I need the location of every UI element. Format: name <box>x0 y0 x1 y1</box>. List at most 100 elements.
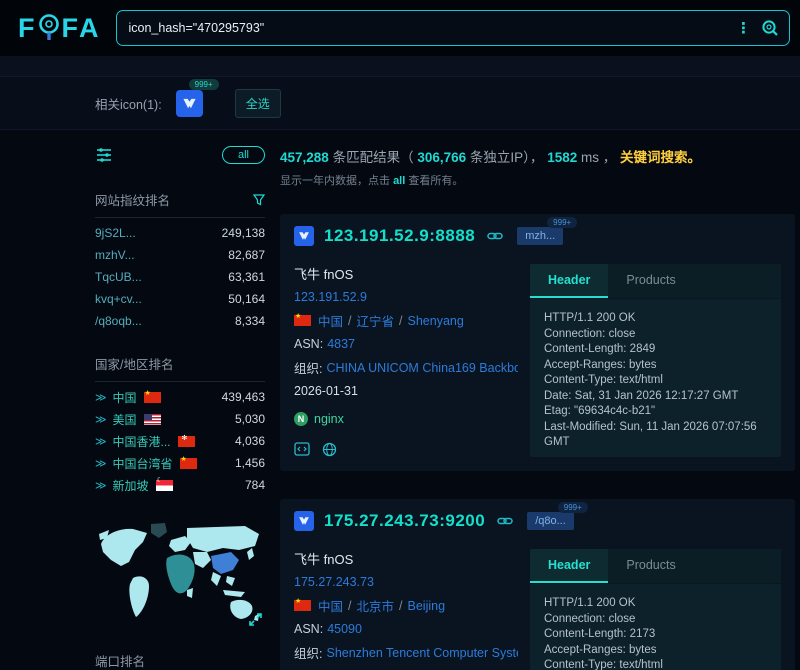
chevron-right-icon[interactable]: ≫ <box>95 391 107 404</box>
city-link[interactable]: Shenyang <box>408 314 464 328</box>
search-bar: ⋮ <box>116 10 791 46</box>
country-flag-icon <box>178 436 195 447</box>
country-link[interactable]: 中国台湾省 <box>113 455 173 472</box>
code-view-icon[interactable] <box>294 442 310 457</box>
fingerprint-link[interactable]: kvq+cv... <box>95 292 142 306</box>
site-favicon[interactable] <box>294 226 314 246</box>
fingerprint-link[interactable]: 9jS2L... <box>95 226 136 240</box>
search-button[interactable] <box>761 19 779 37</box>
ip-port-link[interactable]: 175.27.243.73:9200 <box>324 511 485 531</box>
country-count: 439,463 <box>222 390 265 404</box>
filter-sliders-icon[interactable] <box>95 146 113 164</box>
http-response[interactable]: HTTP/1.1 200 OK Connection: close Conten… <box>530 299 781 449</box>
fnos-favicon-icon <box>182 96 197 111</box>
all-filter-pill[interactable]: all <box>222 146 265 164</box>
search-input[interactable] <box>129 21 727 35</box>
nginx-icon: N <box>294 412 308 426</box>
results-area: 457,288 条匹配结果（ 306,766 条独立IP）， 1582 ms ，… <box>280 146 795 670</box>
fnos-favicon-icon <box>298 515 310 527</box>
country-ranking-title: 国家/地区排名 <box>95 354 265 382</box>
link-icon[interactable] <box>497 515 513 527</box>
asn-label: ASN: <box>294 337 323 351</box>
result-card: 123.191.52.9:8888 mzh... 999+ 飞牛 fn <box>280 214 795 471</box>
country-link[interactable]: 新加坡 <box>113 477 149 494</box>
logo-letter: A <box>79 13 100 44</box>
panel-tabs: Header Products <box>530 549 781 584</box>
country-link[interactable]: 美国 <box>113 411 137 428</box>
fingerprint-tag-chip[interactable]: /q8o... 999+ <box>527 512 574 530</box>
region-link[interactable]: 辽宁省 <box>357 311 395 330</box>
spacer-band <box>0 56 800 76</box>
world-map[interactable] <box>95 518 265 633</box>
site-favicon[interactable] <box>294 511 314 531</box>
country-flag-icon <box>294 315 311 326</box>
country-link[interactable]: 中国 <box>318 311 343 330</box>
chevron-right-icon[interactable]: ≫ <box>95 435 107 448</box>
country-flag-icon <box>156 480 173 491</box>
city-link[interactable]: Beijing <box>408 599 446 613</box>
ip-port-link[interactable]: 123.191.52.9:8888 <box>324 226 475 246</box>
panel-tabs: Header Products <box>530 264 781 299</box>
scan-date: 2026-01-31 <box>294 384 518 398</box>
chevron-right-icon[interactable]: ≫ <box>95 413 107 426</box>
http-response[interactable]: HTTP/1.1 200 OK Connection: close Conten… <box>530 584 781 670</box>
stats-text: ms ， <box>581 150 616 165</box>
chevron-right-icon[interactable]: ≫ <box>95 479 107 492</box>
host-ip-link[interactable]: 175.27.243.73 <box>294 575 374 589</box>
fofa-page: F FA ⋮ 相关icon(1): 999+ <box>0 0 800 670</box>
fingerprint-link[interactable]: mzhV... <box>95 248 135 262</box>
asn-link[interactable]: 4837 <box>327 337 355 351</box>
host-title: 飞牛 fnOS <box>294 549 518 568</box>
org-link[interactable]: Shenzhen Tencent Computer Systems Compa.… <box>326 646 518 660</box>
separator: / <box>348 599 351 613</box>
total-results: 457,288 <box>280 150 329 165</box>
fingerprint-count: 249,138 <box>222 226 265 240</box>
org-label: 组织: <box>294 643 322 662</box>
separator: / <box>348 314 351 328</box>
fingerprint-tag-chip[interactable]: mzh... 999+ <box>517 227 563 245</box>
host-ip-link[interactable]: 123.191.52.9 <box>294 290 367 304</box>
result-card: 175.27.243.73:9200 /q8o... 999+ 飞牛 <box>280 499 795 670</box>
icon-count-badge: 999+ <box>189 79 219 90</box>
fingerprint-link[interactable]: /q8oqb... <box>95 314 142 328</box>
tab-header[interactable]: Header <box>530 264 608 298</box>
world-map-svg <box>95 518 265 630</box>
fingerprint-count: 8,334 <box>235 314 265 328</box>
tab-products[interactable]: Products <box>608 264 693 298</box>
select-all-button[interactable]: 全选 <box>235 89 281 118</box>
search-icon <box>761 19 779 37</box>
chevron-right-icon[interactable]: ≫ <box>95 457 107 470</box>
country-link[interactable]: 中国 <box>318 596 343 615</box>
country-row: ≫ 中国 439,463 <box>95 386 265 408</box>
country-flag-icon <box>180 458 197 469</box>
link-icon[interactable] <box>487 230 503 242</box>
country-link[interactable]: 中国 <box>113 389 137 406</box>
keyword-search-link[interactable]: 关键词搜索。 <box>620 150 701 165</box>
tab-products[interactable]: Products <box>608 549 693 583</box>
magnifier-o-icon <box>37 13 61 43</box>
more-options-icon[interactable]: ⋮ <box>726 19 761 37</box>
related-icon-chip[interactable]: 999+ <box>176 90 203 117</box>
all-link[interactable]: all <box>393 175 405 187</box>
country-flag-icon <box>144 414 161 425</box>
region-link[interactable]: 北京市 <box>357 596 395 615</box>
fingerprint-ranking-title: 网站指纹排名 <box>95 190 265 218</box>
action-icons <box>294 442 518 457</box>
globe-icon[interactable] <box>322 442 337 457</box>
fingerprint-link[interactable]: TqcUB... <box>95 270 142 284</box>
asn-link[interactable]: 45090 <box>327 622 362 636</box>
fingerprint-row: 9jS2L... 249,138 <box>95 222 265 244</box>
funnel-filter-icon[interactable] <box>253 194 265 206</box>
fnos-favicon-icon <box>298 230 310 242</box>
org-link[interactable]: CHINA UNICOM China169 Backbone <box>326 361 518 375</box>
sidebar: all 网站指纹排名 9jS2L... 249,138 mzhV... 82,6… <box>95 146 265 670</box>
map-expand-icon[interactable] <box>248 612 263 627</box>
substats-text: 查看所有。 <box>408 175 463 187</box>
port-ranking-section: 端口排名 8000 174,360 8001 104,441 5666 30,2… <box>95 651 265 670</box>
tab-header[interactable]: Header <box>530 549 608 583</box>
fofa-logo[interactable]: F FA <box>18 13 100 44</box>
server-link[interactable]: nginx <box>314 412 344 426</box>
country-link[interactable]: 中国香港... <box>113 433 171 450</box>
result-card-header: 175.27.243.73:9200 /q8o... 999+ <box>294 511 781 531</box>
fingerprint-count: 82,687 <box>228 248 265 262</box>
